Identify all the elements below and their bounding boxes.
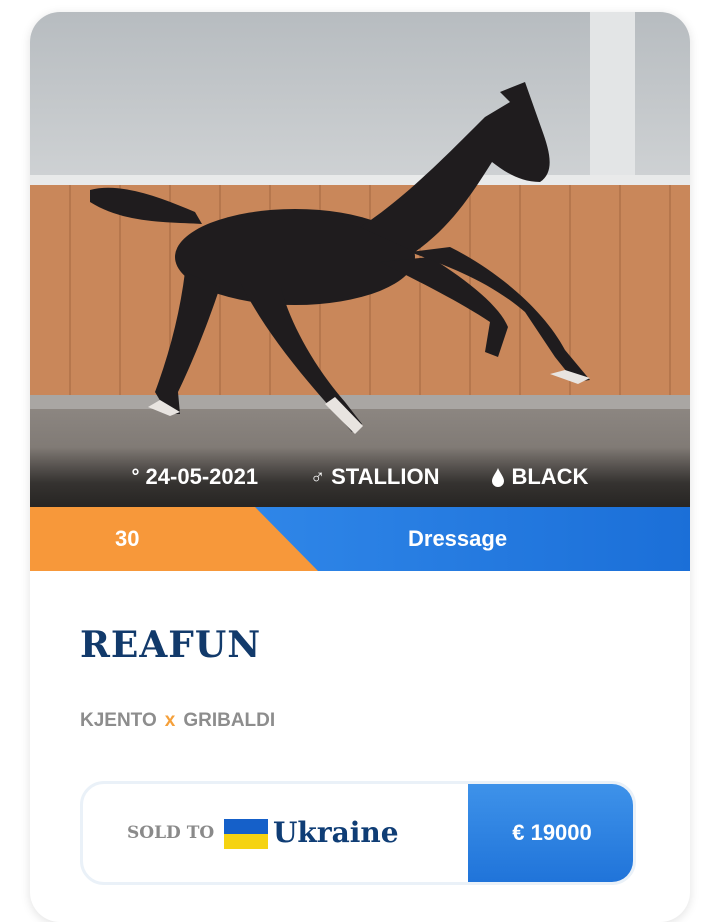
lot-ribbon: 30 Dressage [30,507,690,571]
horse-photo[interactable]: ° 24-05-2021 ♂ STALLION BLACK [30,12,690,507]
sale-price: € 19000 [468,784,633,882]
sex: ♂ STALLION [310,464,439,490]
sex-value: STALLION [331,464,440,489]
birth-date-value: 24-05-2021 [145,464,259,489]
degree-icon: ° [131,465,140,488]
birth-date: ° 24-05-2021 [132,464,259,490]
horse-photo-image [30,12,690,507]
discipline: Dressage [408,526,508,551]
horse-card[interactable]: ° 24-05-2021 ♂ STALLION BLACK 30 Dressag… [30,12,690,922]
dam-sire: GRIBALDI [183,710,276,731]
horse-name[interactable]: REAFUN [80,624,261,666]
ukraine-flag-icon [224,819,268,849]
coat-color: BLACK [491,464,588,490]
cross-symbol: x [164,710,176,731]
coat-color-value: BLACK [511,464,589,489]
sire: KJENTO [80,710,157,731]
horse-meta-bar: ° 24-05-2021 ♂ STALLION BLACK [30,447,690,507]
sold-to-label: SOLD TO [127,823,215,843]
buyer-country: Ukraine [273,816,399,849]
drop-icon [491,467,505,487]
lot-number: 30 [115,526,140,551]
male-symbol-icon: ♂ [310,465,326,488]
sale-info: SOLD TO Ukraine € 19000 [80,781,636,885]
pedigree: KJENTO x GRIBALDI [80,710,275,732]
